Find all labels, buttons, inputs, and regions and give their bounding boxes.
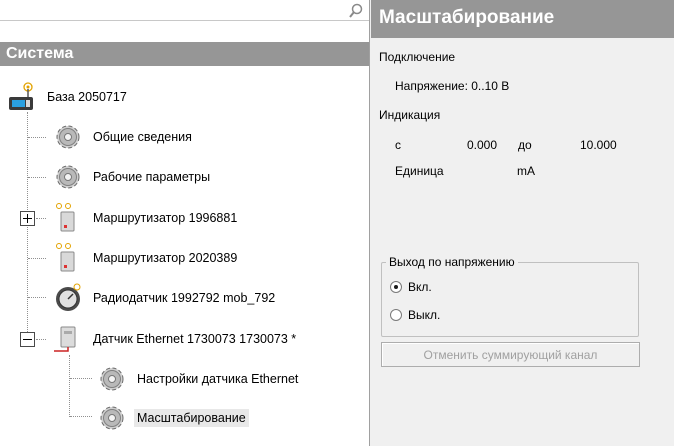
tree-panel: Система База 2050717 Общие сведения Рабо…	[0, 0, 370, 446]
to-value: 10.000	[580, 138, 617, 152]
radio-off[interactable]: Выкл.	[390, 308, 440, 322]
unit-value: mA	[517, 164, 535, 178]
connection-label: Подключение	[379, 50, 456, 64]
radio-circle[interactable]	[390, 309, 402, 321]
search-icon[interactable]	[348, 3, 364, 19]
voltage-text: Напряжение: 0..10 В	[395, 79, 510, 93]
tree-node-radio-sensor[interactable]: Радиодатчик 1992792 mob_792	[52, 281, 278, 315]
tree-node-router-2020389[interactable]: Маршрутизатор 2020389	[52, 241, 240, 275]
radio-circle[interactable]	[390, 281, 402, 293]
tree-node-label: Маршрутизатор 1996881	[93, 211, 238, 225]
gear-icon	[100, 406, 124, 430]
tree-node-label: Маршрутизатор 2020389	[93, 251, 238, 265]
radio-off-label: Выкл.	[408, 308, 441, 322]
unit-label: Единица	[395, 164, 444, 178]
tree-node-label: Общие сведения	[93, 130, 192, 144]
gear-icon	[56, 165, 80, 189]
tree-node-base[interactable]: База 2050717	[6, 80, 130, 114]
radio-sensor-icon	[56, 283, 81, 311]
from-label: с	[395, 138, 401, 152]
search-bar[interactable]	[0, 0, 369, 21]
gear-icon	[100, 367, 124, 391]
tree-node-label: Радиодатчик 1992792 mob_792	[93, 291, 276, 305]
panel-title: Масштабирование	[371, 0, 674, 38]
tree-node-label: Масштабирование	[134, 409, 249, 427]
indication-label: Индикация	[379, 108, 441, 122]
collapse-toggle[interactable]	[20, 332, 35, 347]
tree-node-work-params[interactable]: Рабочие параметры	[52, 160, 213, 194]
ethernet-sensor-icon	[54, 326, 76, 352]
voltage-output-legend: Выход по напряжению	[386, 255, 518, 269]
base-station-icon	[9, 82, 33, 110]
radio-on-label: Вкл.	[408, 280, 432, 294]
tree-node-ethernet-settings[interactable]: Настройки датчика Ethernet	[96, 362, 301, 396]
tree-node-router-1996881[interactable]: Маршрутизатор 1996881	[52, 201, 240, 235]
expand-toggle[interactable]	[20, 211, 35, 226]
tree-node-general-info[interactable]: Общие сведения	[52, 120, 195, 154]
tree-node-label: Рабочие параметры	[93, 170, 211, 184]
from-value: 0.000	[467, 138, 498, 152]
to-label: до	[518, 138, 532, 152]
tree-node-label: Датчик Ethernet 1730073 1730073 *	[93, 332, 297, 346]
tree-node-label: Настройки датчика Ethernet	[137, 372, 299, 386]
tree-header: Система	[0, 42, 369, 66]
gear-icon	[56, 125, 80, 149]
tree-node-ethernet-sensor[interactable]: Датчик Ethernet 1730073 1730073 *	[52, 322, 299, 356]
router-icon	[56, 243, 75, 272]
router-icon	[56, 203, 75, 232]
radio-on[interactable]: Вкл.	[390, 280, 432, 294]
voltage-output-group	[381, 262, 639, 337]
tree-node-label: База 2050717	[47, 90, 127, 104]
cancel-summing-channel-button[interactable]: Отменить суммирующий канал	[381, 342, 640, 367]
tree-node-scaling[interactable]: Масштабирование	[96, 401, 249, 435]
properties-panel: Масштабирование Подключение Напряжение: …	[371, 0, 674, 446]
